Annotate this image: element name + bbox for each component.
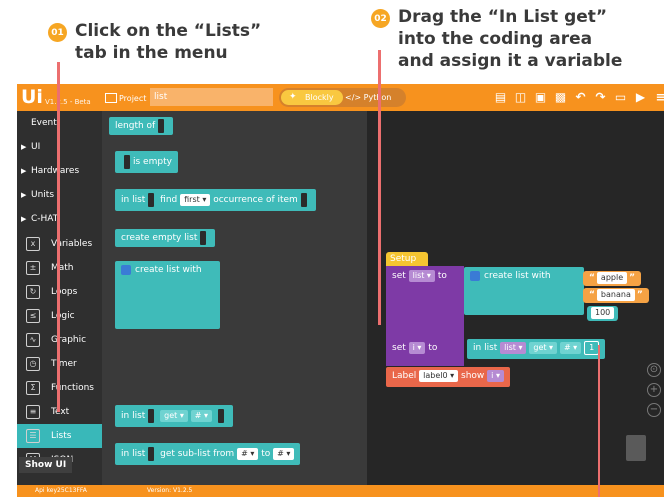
create-list-with-block[interactable]: create list with	[464, 267, 584, 315]
annotation-line-3	[598, 345, 600, 497]
from-index-dropdown[interactable]: # ▾	[237, 447, 259, 460]
block-get-sub-list[interactable]: in list get sub-list from # ▾ to # ▾	[115, 443, 301, 465]
variables-icon: x	[26, 237, 40, 251]
string-banana-block[interactable]: “banana”	[583, 288, 649, 303]
puzzle-icon: ✦	[289, 92, 297, 102]
gear-icon	[470, 270, 480, 281]
block-create-list-with[interactable]: create list with	[115, 261, 220, 329]
get-mode-dropdown[interactable]: get ▾	[160, 409, 188, 422]
play-code-icon[interactable]: ▤	[493, 89, 508, 105]
block-create-empty-list[interactable]: create empty list	[115, 229, 216, 247]
graphic-icon: ∿	[26, 333, 40, 347]
setup-block-header[interactable]: Setup	[386, 252, 428, 266]
api-icon[interactable]: ▩	[553, 89, 568, 105]
app-logo: Ui	[21, 86, 43, 108]
blockly-mode-button[interactable]: ✦ Blockly	[281, 90, 343, 105]
step-number: 02	[371, 9, 390, 28]
text-icon: ≡	[26, 405, 40, 419]
mode-toggle[interactable]: ✦ Blockly </> Python	[279, 88, 406, 107]
python-mode-button[interactable]: </> Python	[345, 90, 391, 105]
project-name-input[interactable]	[150, 88, 273, 106]
block-is-empty[interactable]: is empty	[115, 151, 178, 173]
top-toolbar: Ui V1.2.5 - Beta Project ✦ Blockly </> P…	[17, 84, 664, 111]
number-block[interactable]: 100	[587, 306, 619, 321]
api-key-label: Api key	[35, 487, 57, 494]
run-icon[interactable]: ▶	[633, 89, 648, 105]
annotation-line-1	[57, 62, 60, 412]
find-mode-dropdown[interactable]: first ▾	[180, 193, 211, 206]
block-in-list-get[interactable]: in list get ▾ # ▾	[115, 405, 233, 427]
math-icon: ±	[26, 261, 40, 275]
toolbar-icons: ▤ ◫ ▣ ▩ ↶ ↷ ▭ ▶ ≡	[493, 89, 664, 105]
sidebar-item-lists[interactable]: ☰ Lists	[17, 424, 102, 448]
index-mode-dropdown[interactable]: # ▾	[559, 341, 582, 354]
step-1-annotation: 01 Click on the “Lists” tab in the menu	[48, 20, 261, 64]
trash-icon[interactable]	[626, 435, 646, 461]
version-label: V1.2.5 - Beta	[45, 98, 91, 106]
project-icon	[105, 93, 117, 103]
string-apple-block[interactable]: “apple”	[583, 271, 642, 286]
zoom-in-icon[interactable]: +	[647, 383, 661, 397]
variable-i-dropdown[interactable]: i ▾	[408, 341, 426, 354]
zoom-out-icon[interactable]: −	[647, 403, 661, 417]
label-name-dropdown[interactable]: label0 ▾	[419, 369, 459, 382]
step-text: Drag the “In List get”	[398, 7, 608, 27]
set-list-block[interactable]: set list ▾ to	[386, 267, 453, 285]
monitor-icon[interactable]: ▭	[613, 89, 628, 105]
step-text: tab in the menu	[75, 43, 228, 63]
redo-icon[interactable]: ↷	[593, 89, 608, 105]
block-length-of[interactable]: length of	[109, 117, 174, 135]
gear-icon	[121, 264, 131, 275]
show-variable-dropdown[interactable]: i ▾	[487, 369, 504, 382]
label-show-block[interactable]: Label label0 ▾ show i ▾	[386, 367, 510, 387]
list-variable-dropdown[interactable]: list ▾	[500, 341, 527, 354]
block-find-occurrence[interactable]: in list find first ▾ occurrence of item	[115, 189, 316, 211]
expand-arrow-icon: ▶	[21, 143, 27, 151]
expand-arrow-icon: ▶	[21, 215, 27, 223]
recenter-icon[interactable]: ⊙	[647, 363, 661, 377]
annotation-line-2	[378, 50, 381, 325]
lists-icon: ☰	[26, 429, 40, 443]
project-label: Project	[119, 94, 147, 103]
menu-icon[interactable]: ≡	[653, 89, 664, 105]
get-mode-dropdown[interactable]: get ▾	[529, 341, 558, 354]
status-bar: Api key 25C13FFA Version: V1.2.5	[17, 485, 664, 497]
variable-list-dropdown[interactable]: list ▾	[408, 269, 435, 282]
index-mode-dropdown[interactable]: # ▾	[190, 409, 213, 422]
undo-icon[interactable]: ↶	[573, 89, 588, 105]
expand-arrow-icon: ▶	[21, 167, 27, 175]
lists-block-flyout: length of is empty in list find first ▾ …	[102, 111, 367, 491]
set-i-block[interactable]: set i ▾ to	[386, 339, 444, 357]
uiflow-app-window: Ui V1.2.5 - Beta Project ✦ Blockly </> P…	[17, 84, 664, 497]
logic-icon: ≤	[26, 309, 40, 323]
show-ui-button[interactable]: Show UI	[19, 457, 73, 473]
to-index-dropdown[interactable]: # ▾	[273, 447, 295, 460]
in-list-get-block[interactable]: in list list ▾ get ▾ # ▾ 1	[467, 339, 606, 359]
api-key-value: 25C13FFA	[57, 487, 87, 494]
expand-arrow-icon: ▶	[21, 191, 27, 199]
comment-icon[interactable]: ◫	[513, 89, 528, 105]
save-icon[interactable]: ▣	[533, 89, 548, 105]
timer-icon: ◷	[26, 357, 40, 371]
step-text: Click on the “Lists”	[75, 21, 262, 41]
loops-icon: ↻	[26, 285, 40, 299]
coding-workspace[interactable]: Setup set list ▾ to create list with “ap…	[367, 111, 664, 491]
functions-icon: Σ	[26, 381, 40, 395]
step-text: into the coding area	[398, 29, 593, 49]
index-value[interactable]: 1	[584, 340, 600, 355]
step-2-annotation: 02 Drag the “In List get” into the codin…	[371, 6, 622, 72]
version-status: Version: V1.2.5	[147, 487, 193, 494]
step-number: 01	[48, 23, 67, 42]
step-text: and assign it a variable	[398, 51, 623, 71]
